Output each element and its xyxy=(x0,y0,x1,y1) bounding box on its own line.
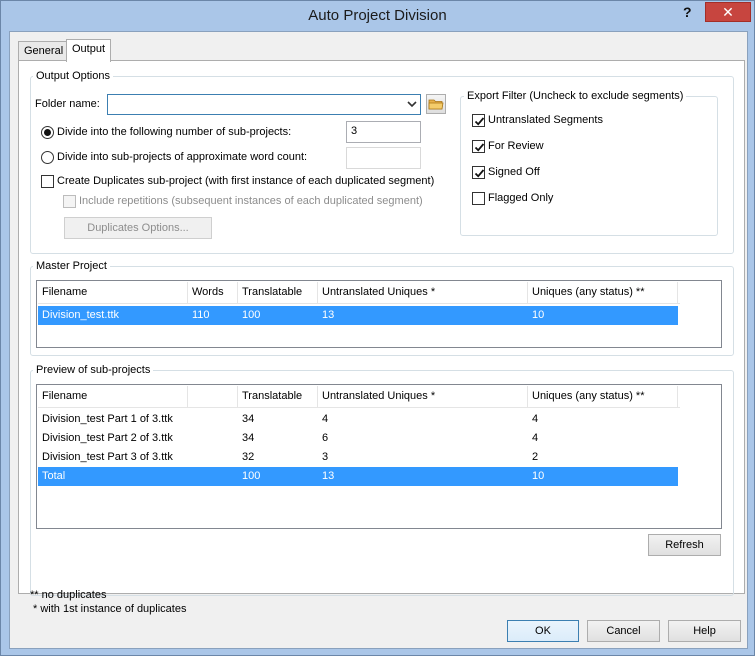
column-header-translatable[interactable]: Translatable xyxy=(238,282,318,304)
column-header-words[interactable]: Words xyxy=(188,282,238,304)
column-header-uniques-any-status[interactable]: Uniques (any status) ** xyxy=(528,386,678,408)
cell-translatable: 34 xyxy=(242,413,255,425)
column-header-filename[interactable]: Filename xyxy=(38,282,188,304)
tab-output[interactable]: Output xyxy=(66,39,112,62)
create-duplicates-label[interactable]: Create Duplicates sub-project (with firs… xyxy=(57,175,434,187)
master-project-grid[interactable]: Filename Words Translatable Untranslated… xyxy=(36,280,722,348)
footnote-duplicates-first: * with 1st instance of duplicates xyxy=(33,603,187,615)
tab-general[interactable]: General xyxy=(18,41,70,62)
master-grid-header: Filename Words Translatable Untranslated… xyxy=(38,282,680,304)
preview-grid[interactable]: Filename Translatable Untranslated Uniqu… xyxy=(36,384,722,529)
radio-word-count-label[interactable]: Divide into sub-projects of approximate … xyxy=(57,151,307,163)
flagged-only-label[interactable]: Flagged Only xyxy=(488,192,553,204)
column-header-untranslated-uniques[interactable]: Untranslated Uniques * xyxy=(318,386,528,408)
check-icon xyxy=(474,117,485,126)
for-review-label[interactable]: For Review xyxy=(488,140,544,152)
table-row[interactable]: Division_test Part 3 of 3.ttk 32 3 2 xyxy=(38,448,678,467)
cell-uniques-any-status: 4 xyxy=(532,413,539,425)
cell-filename: Total xyxy=(42,470,66,482)
chevron-down-icon[interactable] xyxy=(407,99,417,109)
folder-icon xyxy=(428,99,444,110)
column-header-untranslated-uniques[interactable]: Untranslated Uniques * xyxy=(318,282,528,304)
radio-word-count[interactable] xyxy=(41,151,54,164)
cell-translatable: 34 xyxy=(242,432,255,444)
ok-button[interactable]: OK xyxy=(507,620,579,642)
flagged-only-checkbox[interactable] xyxy=(472,192,485,205)
duplicates-options-button[interactable]: Duplicates Options... xyxy=(64,217,212,239)
for-review-checkbox[interactable] xyxy=(472,140,485,153)
cell-uniques-any-status: 10 xyxy=(532,309,545,321)
cell-filename: Division_test.ttk xyxy=(42,309,120,321)
cell-filename: Division_test Part 3 of 3.ttk xyxy=(42,451,173,463)
include-repetitions-checkbox[interactable] xyxy=(63,195,76,208)
output-tab-panel: Output Options Folder name: Divide into … xyxy=(18,60,745,615)
close-icon[interactable]: ✕ xyxy=(722,4,734,20)
cell-untranslated-uniques: 13 xyxy=(322,470,335,482)
cell-translatable: 100 xyxy=(242,470,261,482)
help-title-button[interactable]: ? xyxy=(683,4,692,20)
cancel-button[interactable]: Cancel xyxy=(587,620,660,642)
column-header-translatable[interactable]: Translatable xyxy=(238,386,318,408)
table-row[interactable]: Division_test Part 2 of 3.ttk 34 6 4 xyxy=(38,429,678,448)
dialog-window: Auto Project Division ? ✕ General Output… xyxy=(0,0,755,656)
cell-uniques-any-status: 4 xyxy=(532,432,539,444)
close-button[interactable]: ✕ xyxy=(705,2,751,22)
radio-number-of-subprojects-label[interactable]: Divide into the following number of sub-… xyxy=(57,126,291,138)
untranslated-segments-checkbox[interactable] xyxy=(472,114,485,127)
signed-off-label[interactable]: Signed Off xyxy=(488,166,540,178)
master-project-label: Master Project xyxy=(33,260,110,272)
include-repetitions-label: Include repetitions (subsequent instance… xyxy=(79,195,423,207)
tab-general-label: General xyxy=(24,45,64,57)
folder-name-label: Folder name: xyxy=(35,98,100,110)
table-row-total[interactable]: Total 100 13 10 xyxy=(38,467,678,486)
cell-words: 110 xyxy=(192,309,210,321)
word-count-input[interactable] xyxy=(346,147,421,169)
preview-label: Preview of sub-projects xyxy=(33,364,154,376)
export-filter-label: Export Filter (Uncheck to exclude segmen… xyxy=(464,90,687,102)
output-options-label: Output Options xyxy=(33,70,113,82)
cell-uniques-any-status: 2 xyxy=(532,451,539,463)
cell-untranslated-uniques: 3 xyxy=(322,451,329,463)
cell-filename: Division_test Part 1 of 3.ttk xyxy=(42,413,173,425)
column-header-filename[interactable]: Filename xyxy=(38,386,188,408)
cell-filename: Division_test Part 2 of 3.ttk xyxy=(42,432,173,444)
subprojects-count-input[interactable]: 3 xyxy=(346,121,421,143)
check-icon xyxy=(474,143,485,152)
cell-untranslated-uniques: 13 xyxy=(322,309,335,321)
dialog-client: General Output Output Options Folder nam… xyxy=(9,31,748,649)
browse-folder-button[interactable] xyxy=(426,94,446,114)
cell-translatable: 32 xyxy=(242,451,255,463)
column-header-uniques-any-status[interactable]: Uniques (any status) ** xyxy=(528,282,678,304)
cell-untranslated-uniques: 6 xyxy=(322,432,329,444)
preview-grid-header: Filename Translatable Untranslated Uniqu… xyxy=(38,386,680,408)
refresh-button[interactable]: Refresh xyxy=(648,534,721,556)
tab-output-label: Output xyxy=(72,43,106,55)
folder-name-combo[interactable] xyxy=(107,94,421,115)
radio-number-of-subprojects[interactable] xyxy=(41,126,54,139)
window-title: Auto Project Division xyxy=(308,7,447,24)
title-bar[interactable]: Auto Project Division ? ✕ xyxy=(1,1,754,31)
table-row[interactable]: Division_test Part 1 of 3.ttk 34 4 4 xyxy=(38,410,678,429)
create-duplicates-checkbox[interactable] xyxy=(41,175,54,188)
cell-translatable: 100 xyxy=(242,309,261,321)
cell-untranslated-uniques: 4 xyxy=(322,413,329,425)
help-button[interactable]: Help xyxy=(668,620,741,642)
signed-off-checkbox[interactable] xyxy=(472,166,485,179)
table-row[interactable]: Division_test.ttk 110 100 13 10 xyxy=(38,306,678,325)
cell-uniques-any-status: 10 xyxy=(532,470,545,482)
column-header-blank[interactable] xyxy=(188,386,238,408)
check-icon xyxy=(474,169,485,178)
footnote-no-duplicates: ** no duplicates xyxy=(30,589,107,601)
untranslated-segments-label[interactable]: Untranslated Segments xyxy=(488,114,603,126)
